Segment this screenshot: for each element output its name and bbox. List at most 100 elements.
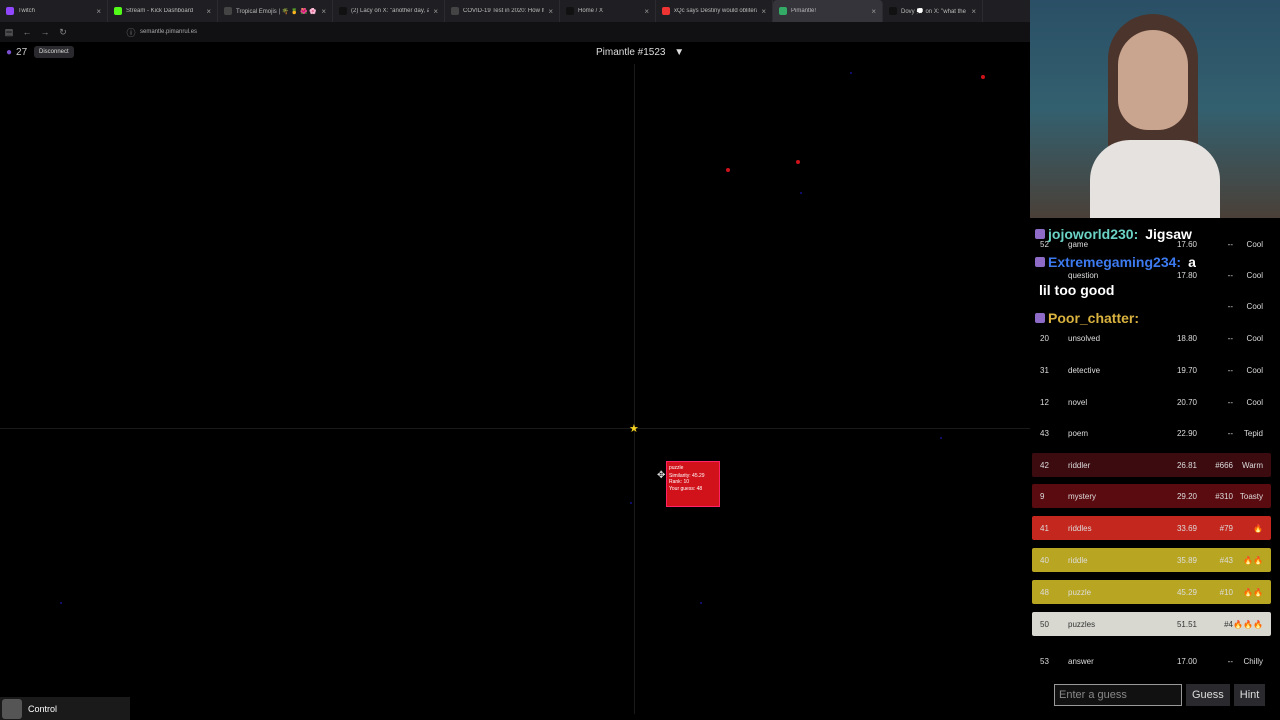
tab-close-icon[interactable]: × — [644, 7, 649, 16]
guess-rank: -- — [1227, 428, 1233, 438]
tab-title: COVID-19 Test in 2020: How It — [463, 8, 545, 14]
tab-close-icon[interactable]: × — [971, 7, 976, 16]
tab-close-icon[interactable]: × — [548, 7, 553, 16]
hint-button[interactable]: Hint — [1233, 684, 1266, 706]
guess-similarity: 22.90 — [1176, 428, 1197, 438]
guess-dot — [800, 192, 802, 194]
guess-number: 42 — [1040, 460, 1049, 470]
browser-tab[interactable]: Pimantle! × — [773, 0, 883, 22]
guess-input-row: Guess Hint — [1054, 684, 1274, 708]
axis-horizontal — [0, 428, 1030, 429]
guess-temperature: 🔥🔥 — [1243, 555, 1263, 565]
tab-close-icon[interactable]: × — [321, 7, 326, 16]
guess-dot — [700, 602, 702, 604]
guess-row: 40 riddle 35.89 #43 🔥🔥 — [1032, 548, 1271, 572]
guess-row: 43 poem 22.90 -- Tepid — [1032, 421, 1271, 445]
tab-favicon-icon — [114, 7, 122, 15]
game-canvas[interactable]: ● 27 Disconnect Pimantle #1523 ▼ ★ ✥ puz… — [0, 42, 1030, 720]
guess-rank: #10 — [1219, 587, 1233, 597]
disconnect-button[interactable]: Disconnect — [34, 46, 74, 58]
tab-favicon-icon — [339, 7, 347, 15]
guess-word: answer — [1068, 656, 1094, 666]
browser-tab[interactable]: Dovy 💭 on X: "what the actual × — [883, 0, 983, 22]
browser-tab-bar: Twitch × Stream - Kick Dashboard × Tropical … — [0, 0, 1030, 22]
guess-temperature: Cool — [1246, 365, 1263, 375]
webcam-overlay — [1030, 0, 1280, 218]
tab-favicon-icon — [662, 7, 670, 15]
tooltip-word: puzzle — [669, 465, 684, 471]
browser-tab[interactable]: Stream - Kick Dashboard × — [108, 0, 218, 22]
guess-dot[interactable] — [981, 75, 985, 79]
browser-tab[interactable]: COVID-19 Test in 2020: How It × — [445, 0, 560, 22]
guess-similarity: 29.20 — [1176, 491, 1197, 501]
guess-temperature: Cool — [1246, 397, 1263, 407]
guess-number: 50 — [1040, 619, 1049, 629]
tab-title: xQc says Destiny would oblitera — [674, 8, 758, 14]
tab-favicon-icon — [566, 7, 574, 15]
guess-temperature: Chilly — [1243, 656, 1263, 666]
guess-similarity: 18.80 — [1176, 333, 1197, 343]
browser-tab[interactable]: Tropical Emojis | 🌴 🍍 🌺 🌸 🦜 🍹 🏖 × — [218, 0, 333, 22]
guess-temperature: Cool — [1246, 333, 1263, 343]
chat-username: Poor_chatter: — [1048, 310, 1140, 326]
site-info-icon[interactable]: ⓘ — [122, 26, 140, 39]
tab-close-icon[interactable]: × — [871, 7, 876, 16]
guess-rank: #79 — [1219, 523, 1233, 533]
guess-row: 53 answer 17.00 -- Chilly — [1032, 649, 1271, 673]
back-icon[interactable]: ← — [18, 27, 36, 37]
guess-rank: -- — [1227, 365, 1233, 375]
guess-row: 42 riddler 26.81 #666 Warm — [1032, 453, 1271, 477]
chat-badge-icon — [1035, 313, 1045, 323]
sidebar-toggle-icon[interactable]: ▤ — [0, 27, 18, 38]
url-field[interactable]: semantle.pimanrul.es — [140, 29, 197, 35]
guess-row: 50 puzzles 51.51 #4 🔥🔥🔥 — [1032, 612, 1271, 636]
guess-word: mystery — [1068, 491, 1096, 501]
guess-dot[interactable] — [726, 168, 730, 172]
tab-close-icon[interactable]: × — [433, 7, 438, 16]
guess-similarity: 33.69 — [1176, 523, 1197, 533]
tab-title: Home / X — [578, 8, 604, 14]
streamer-body — [1090, 140, 1220, 218]
address-bar: ▤ ← → ↻ ⓘ semantle.pimanrul.es — [0, 22, 1030, 42]
guess-number: 53 — [1040, 656, 1049, 666]
guess-dot[interactable] — [796, 160, 800, 164]
guess-similarity: 20.70 — [1176, 397, 1197, 407]
tab-close-icon[interactable]: × — [206, 7, 211, 16]
guess-button[interactable]: Guess — [1186, 684, 1230, 706]
tab-title: Pimantle! — [791, 8, 817, 14]
guess-dot — [940, 437, 942, 439]
browser-tab[interactable]: (2) Lacy on X: "another day, an × — [333, 0, 445, 22]
browser-tab[interactable]: Home / X × — [560, 0, 656, 22]
tab-title: Twitch — [18, 8, 36, 14]
browser-tab[interactable]: Twitch × — [0, 0, 108, 22]
tab-close-icon[interactable]: × — [761, 7, 766, 16]
guess-word: unsolved — [1068, 333, 1101, 343]
streamer-face — [1118, 30, 1188, 130]
browser-tab[interactable]: xQc says Destiny would oblitera × — [656, 0, 773, 22]
guess-word: puzzle — [1068, 587, 1092, 597]
guess-rank: -- — [1227, 656, 1233, 666]
guess-number: 41 — [1040, 523, 1049, 533]
guess-word: poem — [1068, 428, 1089, 438]
chat-overlay: jojoworld230: Jigsaw Extremegaming234: a lil… — [1035, 220, 1280, 332]
guess-input[interactable] — [1054, 684, 1182, 706]
guess-rank: -- — [1227, 333, 1233, 343]
reload-icon[interactable]: ↻ — [54, 27, 72, 38]
tab-close-icon[interactable]: × — [96, 7, 101, 16]
forward-icon[interactable]: → — [36, 27, 54, 37]
chat-username: jojoworld230: — [1048, 226, 1139, 242]
guess-similarity: 51.51 — [1176, 619, 1197, 629]
avatar — [2, 698, 22, 719]
guess-row: 9 mystery 29.20 #310 Toasty — [1032, 484, 1271, 508]
guess-temperature: Tepid — [1243, 428, 1263, 438]
control-label: Control — [28, 703, 58, 714]
chat-text: Jigsaw — [1145, 226, 1192, 242]
guess-number: 20 — [1040, 333, 1049, 343]
axis-vertical — [634, 64, 635, 714]
puzzle-title[interactable]: Pimantle #1523 ▼ — [596, 47, 684, 58]
guess-rank: #666 — [1215, 460, 1233, 470]
guess-dot — [850, 72, 852, 74]
guess-word: riddles — [1068, 523, 1092, 533]
guess-word: riddle — [1068, 555, 1088, 565]
control-widget[interactable]: Control — [0, 697, 130, 720]
